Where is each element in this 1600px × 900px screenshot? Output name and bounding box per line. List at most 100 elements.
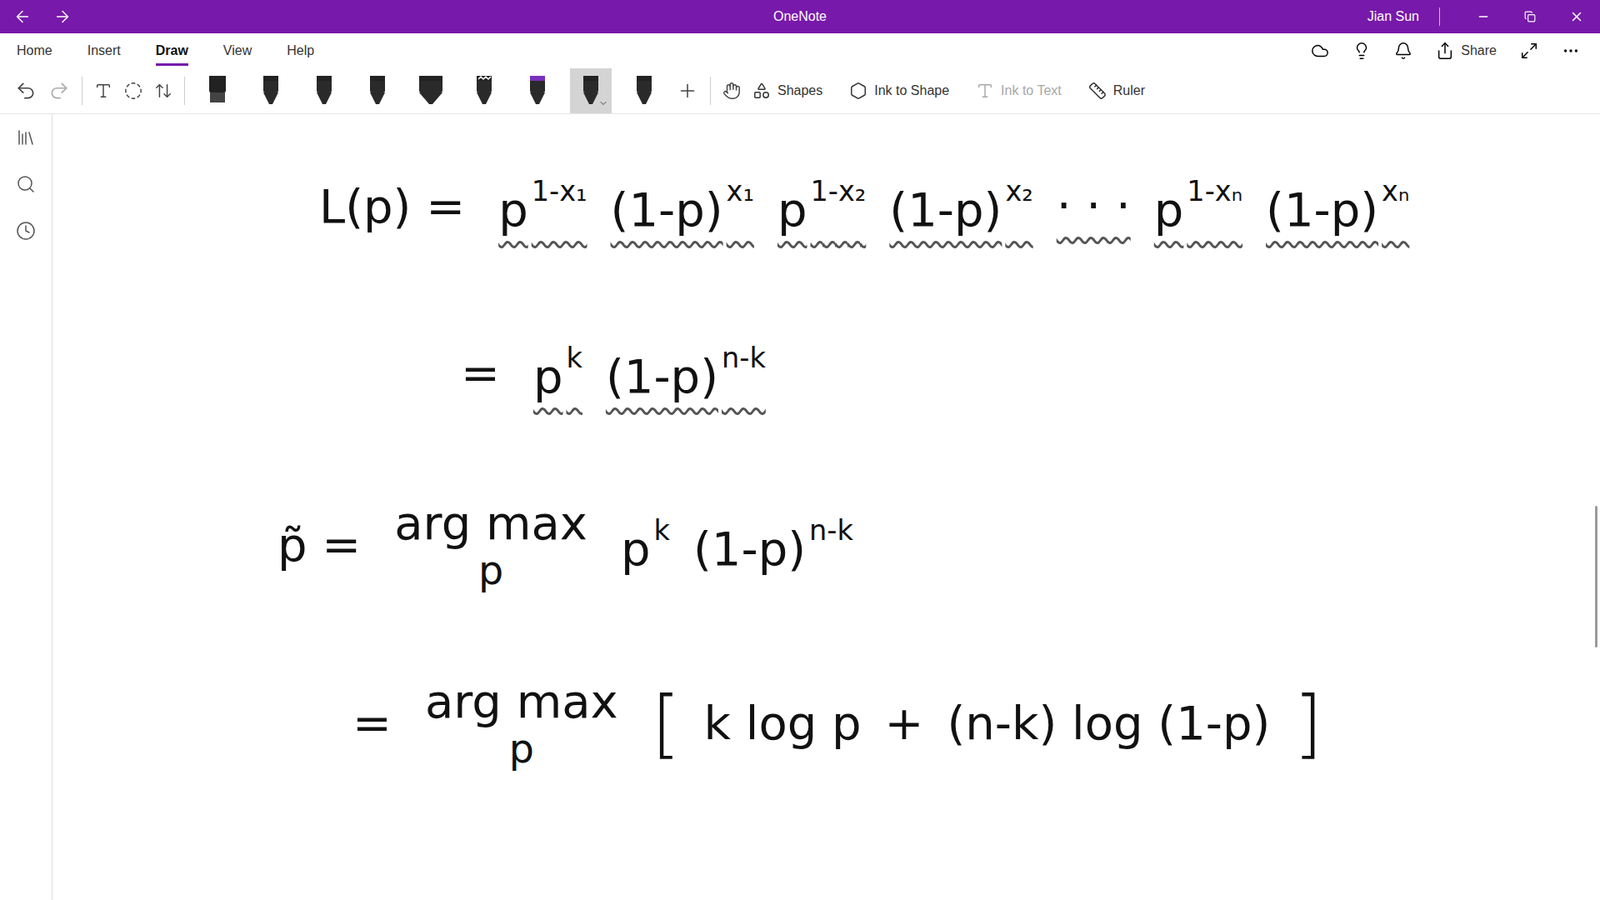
menu-tab[interactable]: Draw <box>155 36 189 66</box>
onenote-window: OneNoteJian SunHomeInsertDrawViewHelpSha… <box>0 0 1600 900</box>
equation-term: pk <box>533 341 583 404</box>
equation-term: (1-p)x₂ <box>889 175 1033 237</box>
menu-tab[interactable]: Help <box>286 36 315 66</box>
draw-toolbar: Shapes Ink to Shape Ink to Text Ruler <box>0 68 1600 115</box>
share-button[interactable]: Share <box>1435 41 1497 60</box>
equation-line: = pk (1-p)n-k <box>52 330 1600 415</box>
pen-icon <box>365 74 390 108</box>
equation-term: (1-p)n-k <box>693 514 854 576</box>
window-title: OneNote <box>773 9 827 25</box>
equation-line: = arg maxp [ k log p + (n-k) log (1-p)] <box>52 675 1600 771</box>
forward-icon[interactable] <box>53 7 72 26</box>
recent-icon[interactable] <box>15 220 36 241</box>
more-icon[interactable] <box>1561 41 1580 60</box>
minimize-icon <box>1476 10 1490 24</box>
operator: arg maxp <box>394 497 588 593</box>
notebooks-icon[interactable] <box>15 127 36 148</box>
equation-term: [ <box>651 680 681 767</box>
equation-lhs: p̃ = <box>277 517 361 572</box>
operator: arg maxp <box>425 675 619 771</box>
pen-button[interactable] <box>623 68 665 114</box>
equation-terms: pk (1-p)n-k <box>620 514 854 576</box>
scrollbar[interactable] <box>1595 505 1598 648</box>
toolbar-action[interactable]: Ink to Shape <box>849 81 950 100</box>
page-canvas[interactable]: L(p) = p1-x₁ (1-p)x₁ p1-x₂ (1-p)x₂ · · · p1-xₙ… <box>52 114 1600 900</box>
bell-icon[interactable] <box>1394 41 1413 60</box>
equation-term: k log p <box>704 695 862 750</box>
pen-button[interactable] <box>516 68 559 114</box>
action-icon <box>752 81 771 100</box>
pen-button[interactable] <box>356 68 399 114</box>
equation-line: p̃ = arg maxp pk (1-p)n-k <box>52 497 1600 593</box>
title-bar: OneNote Jian Sun <box>0 0 1600 34</box>
pen-button[interactable] <box>570 68 612 114</box>
user-name[interactable]: Jian Sun <box>1367 7 1440 26</box>
equation-term: ] <box>1293 680 1323 767</box>
action-icon <box>975 81 995 100</box>
pen-icon <box>418 74 444 108</box>
touch-icon[interactable] <box>722 81 741 100</box>
lightbulb-icon[interactable] <box>1352 41 1371 60</box>
add-space-icon[interactable] <box>154 81 173 100</box>
equation-term: pk <box>620 514 670 576</box>
body: L(p) = p1-x₁ (1-p)x₁ p1-x₂ (1-p)x₂ · · · p1-xₙ… <box>0 114 1600 900</box>
undo-icon[interactable] <box>15 80 37 102</box>
equation-lhs: L(p) = <box>319 179 465 234</box>
toolbar-action[interactable]: Ruler <box>1088 81 1145 100</box>
pen-button[interactable] <box>303 68 345 114</box>
action-icon <box>849 81 868 100</box>
equation-line: L(p) = p1-x₁ (1-p)x₁ p1-x₂ (1-p)x₂ · · · p1-xₙ… <box>52 164 1600 248</box>
separator <box>184 76 185 105</box>
restore-button[interactable] <box>1506 0 1554 34</box>
equation-lhs: = <box>460 345 500 400</box>
separator <box>81 76 83 105</box>
equation-term: (1-p)n-k <box>605 341 766 404</box>
pen-icon <box>631 74 657 108</box>
pen-button[interactable] <box>463 68 505 114</box>
pen-button[interactable] <box>250 68 292 114</box>
back-icon[interactable] <box>13 7 32 26</box>
minimize-button[interactable] <box>1460 0 1507 34</box>
pen-icon <box>258 74 284 108</box>
equation-terms: p1-x₁ (1-p)x₁ p1-x₂ (1-p)x₂ · · · p1-xₙ (1-p)x… <box>498 175 1410 237</box>
equation-term: p1-x₁ <box>498 175 587 237</box>
close-icon <box>1569 9 1585 25</box>
equation-term: (n-k) log (1-p) <box>946 695 1270 750</box>
menu-tab[interactable]: Home <box>16 36 53 66</box>
pen-icon <box>525 74 550 108</box>
equation-term: · · · <box>1056 178 1131 233</box>
equation-term: p1-xₙ <box>1154 175 1243 237</box>
sync-icon[interactable] <box>1310 41 1330 60</box>
pen-icon <box>471 74 497 108</box>
action-icon <box>1088 81 1107 100</box>
equation-lhs: = <box>352 695 392 750</box>
pen-icon <box>205 74 230 108</box>
sidebar <box>0 114 53 900</box>
fullscreen-icon[interactable] <box>1520 41 1539 60</box>
chevron-icon <box>598 98 609 109</box>
pen-button[interactable] <box>410 68 452 114</box>
equation-term: (1-p)xₙ <box>1265 175 1410 237</box>
lasso-icon[interactable] <box>124 81 143 100</box>
equation-term: (1-p)x₁ <box>610 175 755 237</box>
pen-icon <box>311 74 337 108</box>
type-icon[interactable] <box>94 81 113 100</box>
equation-terms: [ k log p + (n-k) log (1-p)] <box>651 680 1324 767</box>
menu-tab[interactable]: Insert <box>87 36 121 66</box>
equation-term: + <box>885 695 925 750</box>
pen-button[interactable] <box>196 68 239 114</box>
add-pen-icon[interactable] <box>676 80 699 102</box>
menu-tab[interactable]: View <box>223 36 252 66</box>
separator <box>710 76 711 105</box>
equation-term: p1-x₂ <box>777 175 866 237</box>
close-button[interactable] <box>1553 0 1600 34</box>
toolbar-action: Ink to Text <box>975 81 1062 100</box>
pen-icon <box>578 74 604 108</box>
search-icon[interactable] <box>15 174 36 195</box>
menu-bar: Home Insert Draw View Help Share <box>0 33 1600 69</box>
toolbar-action[interactable]: Shapes <box>752 81 823 100</box>
equation-terms: pk (1-p)n-k <box>533 341 766 404</box>
restore-icon <box>1524 10 1536 23</box>
share-icon <box>1435 41 1455 60</box>
redo-icon[interactable] <box>48 80 70 102</box>
